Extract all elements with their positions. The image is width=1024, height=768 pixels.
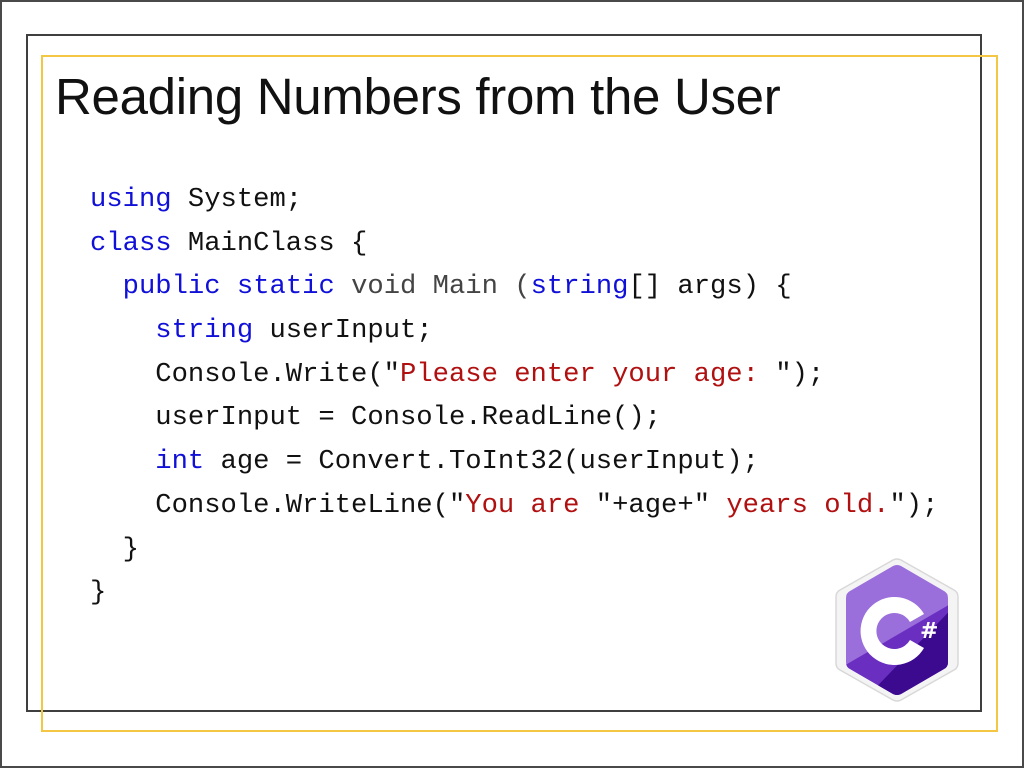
code-line: public static void Main (string[] args) … [90, 265, 938, 309]
csharp-logo-icon: # [835, 558, 959, 702]
code-line: } [90, 571, 938, 615]
code-text: void Main ( [334, 271, 531, 303]
code-line: string userInput; [90, 309, 938, 353]
code-text: "); [889, 489, 939, 521]
code-keyword: int [155, 446, 205, 478]
code-line: } [90, 528, 938, 572]
code-keyword: using [90, 184, 172, 215]
code-text: Console.Write(" [155, 358, 400, 390]
logo-sharp: # [920, 619, 938, 644]
code-string: years old. [726, 489, 890, 521]
code-text: userInput; [253, 315, 433, 347]
code-text: } [122, 533, 139, 565]
code-string: Please enter your age: [400, 358, 776, 390]
code-text: "+age+" [595, 489, 727, 521]
code-keyword: string [530, 271, 629, 303]
code-block: using System; class MainClass { public st… [90, 178, 938, 615]
code-text: userInput = Console.ReadLine(); [155, 402, 662, 434]
code-text: System; [171, 184, 303, 215]
code-line: using System; [90, 178, 938, 222]
code-keyword: public [122, 271, 221, 303]
code-text: } [90, 577, 107, 609]
code-line: Console.Write("Please enter your age: ")… [90, 353, 938, 397]
code-line: Console.WriteLine("You are "+age+" years… [90, 484, 938, 528]
code-text: age = Convert.ToInt32(userInput); [204, 446, 759, 478]
code-line: class MainClass { [90, 222, 938, 266]
code-text: "); [775, 358, 825, 390]
slide-title: Reading Numbers from the User [55, 68, 781, 125]
code-keyword: class [90, 227, 172, 259]
code-keyword: static [236, 271, 335, 303]
code-text: [] args) { [628, 271, 792, 303]
code-line: userInput = Console.ReadLine(); [90, 396, 938, 440]
code-string: You are [465, 489, 596, 521]
code-line: int age = Convert.ToInt32(userInput); [90, 440, 938, 484]
code-text: MainClass { [171, 227, 368, 259]
code-keyword: string [155, 315, 254, 347]
code-text: Console.WriteLine(" [155, 489, 466, 521]
